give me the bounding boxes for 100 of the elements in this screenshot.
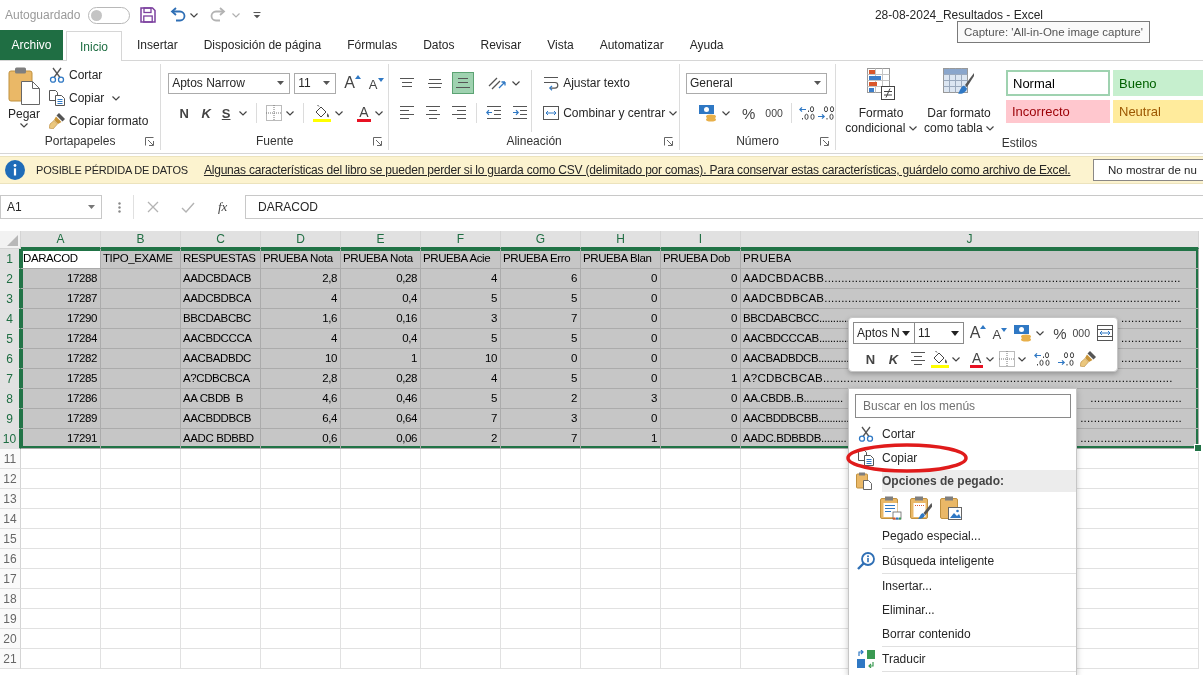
row-header[interactable]: 14 <box>0 509 21 529</box>
align-left-icon[interactable] <box>399 106 416 120</box>
align-center-icon[interactable] <box>425 106 442 120</box>
customize-toolbar-icon[interactable] <box>253 11 262 19</box>
underline-button[interactable]: S <box>217 105 236 121</box>
orientation-icon[interactable] <box>488 75 507 91</box>
file-menu-button[interactable]: Archivo <box>0 30 63 60</box>
align-right-icon[interactable] <box>451 106 468 120</box>
cut-button[interactable]: Cortar <box>49 65 149 85</box>
format-as-table-button[interactable]: Dar formato como tabla <box>920 66 998 136</box>
row-header[interactable]: 17 <box>0 569 21 589</box>
font-name-dropdown[interactable]: Aptos Narrow <box>168 72 291 94</box>
column-header[interactable]: G <box>501 231 581 249</box>
row-header[interactable]: 2 <box>0 269 21 289</box>
shrink-font-button[interactable]: A <box>992 327 1008 342</box>
align-center-icon[interactable] <box>910 352 926 366</box>
column-header[interactable]: C <box>181 231 261 249</box>
caret-icon[interactable] <box>512 80 521 86</box>
row-header[interactable]: 19 <box>0 609 21 629</box>
dialog-launcher-icon[interactable] <box>664 136 673 146</box>
row-header[interactable]: 20 <box>0 629 21 649</box>
caret-icon[interactable] <box>1036 330 1045 336</box>
grow-font-button[interactable]: A <box>344 74 361 92</box>
ribbon-tab[interactable]: Datos <box>410 30 468 60</box>
row-header[interactable]: 15 <box>0 529 21 549</box>
paintbrush-icon[interactable] <box>1080 351 1097 367</box>
caret-icon[interactable] <box>952 356 960 362</box>
row-header[interactable]: 6 <box>0 349 21 369</box>
cell-style-option[interactable]: Neutral <box>1113 100 1203 123</box>
merge-cells-icon[interactable] <box>1097 325 1113 341</box>
ribbon-tab[interactable]: Inicio <box>66 31 122 61</box>
copy-button[interactable]: Copiar <box>49 88 105 108</box>
row-header[interactable]: 18 <box>0 589 21 609</box>
menu-item[interactable]: Cortar <box>849 422 1076 446</box>
format-painter-button[interactable]: Copiar formato <box>49 111 149 131</box>
paste-picture-icon[interactable] <box>940 496 962 520</box>
menu-search-field[interactable]: Buscar en los menús <box>855 394 1071 418</box>
paste-button[interactable]: Pegar <box>4 65 44 132</box>
caret-icon[interactable] <box>112 95 121 101</box>
row-header[interactable]: 5 <box>0 329 21 349</box>
caret-icon[interactable] <box>190 12 199 18</box>
dialog-launcher-icon[interactable] <box>820 136 829 146</box>
grow-font-button[interactable]: A <box>969 324 987 342</box>
insert-function-button[interactable]: fx <box>218 199 228 215</box>
ribbon-tab[interactable]: Fórmulas <box>334 30 411 60</box>
font-size-dropdown[interactable]: 11 <box>294 72 337 94</box>
menu-item[interactable]: Eliminar... <box>849 598 1076 622</box>
percent-button[interactable]: % <box>742 104 756 122</box>
number-format-dropdown[interactable]: General <box>686 72 827 94</box>
caret-icon[interactable] <box>374 110 383 116</box>
column-header[interactable]: E <box>341 231 421 249</box>
thousands-separator-button[interactable]: 000 <box>765 107 783 119</box>
caret-icon[interactable] <box>335 110 344 116</box>
decrease-decimal-icon[interactable] <box>817 105 835 121</box>
dismiss-button[interactable]: No mostrar de nu <box>1093 159 1203 181</box>
dialog-launcher-icon[interactable] <box>373 136 383 146</box>
align-bottom-button[interactable] <box>452 72 475 94</box>
caret-icon[interactable] <box>1018 356 1027 362</box>
percent-button[interactable]: % <box>1053 324 1067 342</box>
menu-item[interactable]: Búsqueda inteligente <box>849 549 1076 573</box>
caret-icon[interactable] <box>722 110 730 116</box>
vertical-dots-icon[interactable] <box>118 201 121 213</box>
ribbon-tab[interactable]: Ayuda <box>676 30 737 60</box>
row-header[interactable]: 1 <box>0 249 21 269</box>
thousands-separator-button[interactable]: 000 <box>1072 327 1090 339</box>
row-header[interactable]: 12 <box>0 469 21 489</box>
menu-item[interactable]: Copiar <box>849 446 1076 470</box>
caret-icon[interactable] <box>669 110 678 116</box>
ribbon-tab[interactable]: Insertar <box>124 30 191 60</box>
decrease-indent-icon[interactable] <box>486 106 503 120</box>
font-color-button[interactable]: A <box>357 104 371 122</box>
conditional-format-button[interactable]: Formato condicional <box>842 66 920 136</box>
row-header[interactable]: 4 <box>0 309 21 329</box>
column-header[interactable]: A <box>21 231 101 249</box>
cell-style-option[interactable]: Normal <box>1006 70 1110 96</box>
menu-item[interactable]: Insertar... <box>849 574 1076 598</box>
formula-input[interactable]: DARACOD <box>245 195 1203 219</box>
info-link[interactable]: Algunas características del libro se pueden perder si lo guarda como CSV (delimitado por comas). Para conservar estas características, guárdelo como archivo de Excel. <box>203 163 1071 177</box>
italic-button[interactable]: K <box>882 351 905 367</box>
cell-style-option[interactable]: Bueno <box>1113 70 1203 96</box>
row-header[interactable]: 8 <box>0 389 21 409</box>
fill-color-icon[interactable] <box>931 350 949 368</box>
increase-decimal-icon[interactable] <box>799 105 817 121</box>
caret-icon[interactable] <box>239 110 248 116</box>
cell-style-option[interactable]: Incorrecto <box>1006 100 1110 123</box>
merge-center-button[interactable]: Combinar y centrar <box>543 103 666 123</box>
ribbon-tab[interactable]: Disposición de página <box>190 30 335 60</box>
save-icon[interactable] <box>140 7 157 23</box>
row-header[interactable]: 7 <box>0 369 21 389</box>
font-name-dropdown[interactable]: Aptos N <box>853 322 915 344</box>
name-box[interactable]: A1 <box>0 195 102 219</box>
caret-icon[interactable] <box>986 356 995 362</box>
font-color-button[interactable]: A <box>970 350 984 368</box>
ribbon-tab[interactable]: Revisar <box>467 30 535 60</box>
menu-item[interactable]: Traducir <box>849 647 1076 671</box>
row-header[interactable]: 13 <box>0 489 21 509</box>
row-header[interactable]: 3 <box>0 289 21 309</box>
italic-button[interactable]: K <box>195 105 218 121</box>
column-header[interactable]: B <box>101 231 181 249</box>
column-header[interactable]: H <box>581 231 661 249</box>
